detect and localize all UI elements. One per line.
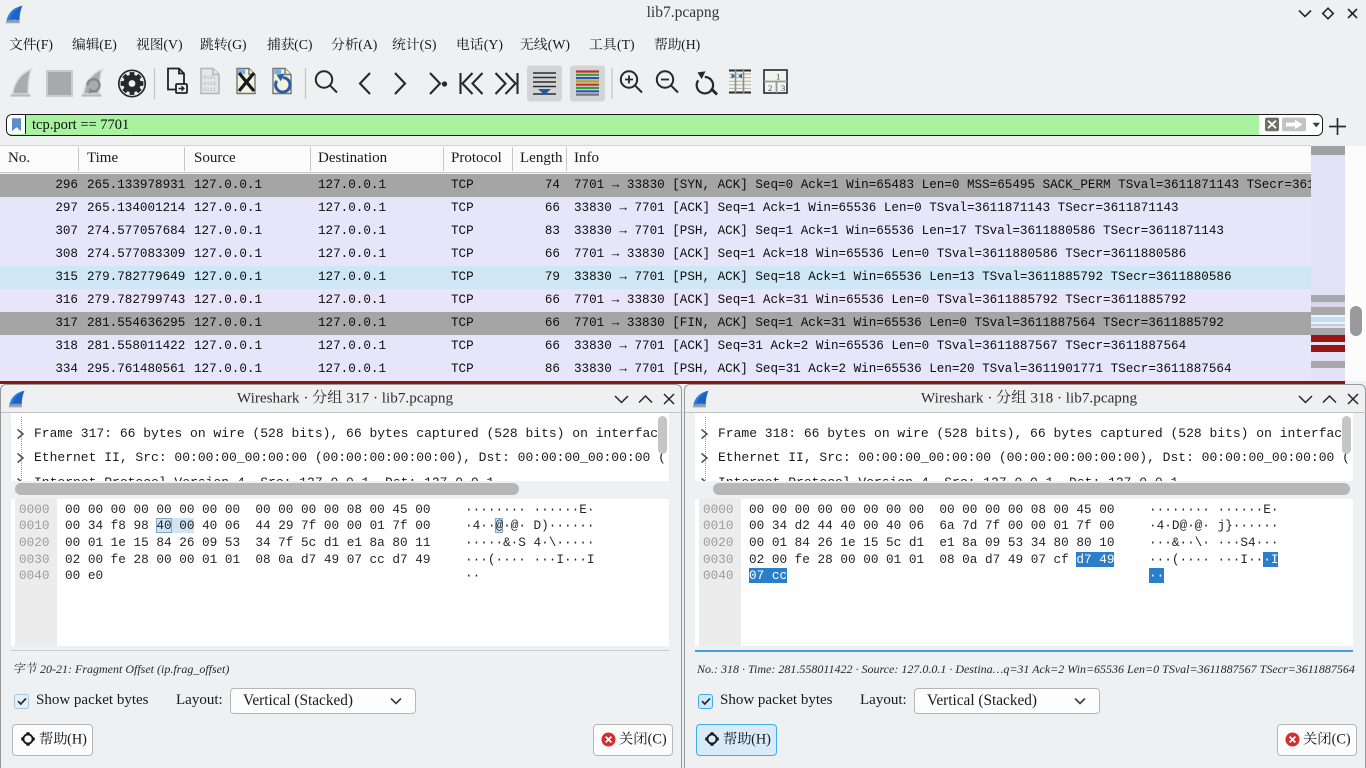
- svg-text:0111: 0111: [203, 86, 217, 93]
- svg-text:1: 1: [776, 72, 780, 82]
- svg-text:2: 2: [768, 83, 772, 93]
- svg-text:3: 3: [781, 83, 785, 93]
